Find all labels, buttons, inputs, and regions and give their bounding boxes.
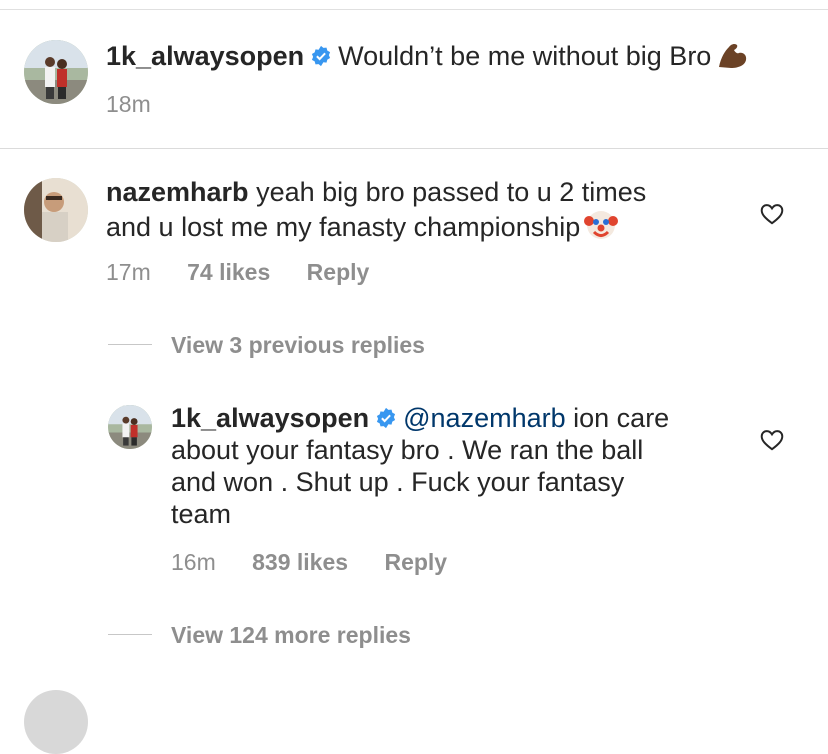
comment-line-1: nazemharb yeah big bro passed to u 2 tim… bbox=[106, 176, 646, 208]
comment-like-heart-icon[interactable] bbox=[759, 201, 785, 227]
reply-time: 16m bbox=[171, 549, 216, 575]
verified-badge-icon bbox=[310, 45, 332, 67]
comment-text-2: and u lost me my fanasty championship bbox=[106, 212, 581, 242]
caption-time: 18m bbox=[106, 91, 151, 117]
reply-text-3: and won . Shut up . Fuck your fantasy bbox=[171, 467, 625, 497]
flexed-biceps-icon bbox=[715, 41, 749, 78]
comment-time: 17m bbox=[106, 259, 151, 285]
reply-line-1: 1k_alwaysopen @nazemharb ion care bbox=[171, 402, 669, 434]
comment-meta: 17m 74 likes Reply bbox=[106, 258, 369, 286]
view-previous-line bbox=[108, 344, 152, 345]
comment-text-1: yeah big bro passed to u 2 times bbox=[256, 177, 647, 207]
caption-avatar[interactable] bbox=[24, 40, 88, 104]
reply-text-2: about your fantasy bro . We ran the ball bbox=[171, 435, 644, 465]
view-more-replies-button[interactable]: View 124 more replies bbox=[171, 621, 411, 649]
reply-text-4: team bbox=[171, 499, 232, 529]
top-divider bbox=[0, 9, 828, 10]
comment-likes[interactable]: 74 likes bbox=[187, 259, 270, 285]
clown-face-icon bbox=[584, 208, 619, 249]
caption-line: 1k_alwaysopen Wouldn’t be me without big … bbox=[106, 40, 749, 78]
next-comment-avatar[interactable] bbox=[24, 690, 88, 754]
comment-line-2: and u lost me my fanasty championship bbox=[106, 208, 619, 249]
section-divider bbox=[0, 148, 828, 149]
caption-text: Wouldn’t be me without big Bro bbox=[338, 41, 712, 71]
comment-avatar[interactable] bbox=[24, 178, 88, 242]
verified-badge-icon bbox=[375, 407, 397, 429]
reply-likes[interactable]: 839 likes bbox=[252, 549, 348, 575]
view-more-line bbox=[108, 634, 152, 635]
reply-like-heart-icon[interactable] bbox=[759, 427, 785, 453]
reply-username[interactable]: 1k_alwaysopen bbox=[171, 403, 369, 433]
reply-meta: 16m 839 likes Reply bbox=[171, 548, 447, 576]
reply-text-1: ion care bbox=[573, 403, 670, 433]
comment-username[interactable]: nazemharb bbox=[106, 177, 249, 207]
reply-avatar[interactable] bbox=[108, 405, 152, 449]
reply-reply-button[interactable]: Reply bbox=[384, 549, 447, 575]
reply-mention-link[interactable]: @nazemharb bbox=[403, 403, 566, 433]
view-previous-replies-button[interactable]: View 3 previous replies bbox=[171, 331, 425, 359]
caption-username[interactable]: 1k_alwaysopen bbox=[106, 41, 304, 71]
comment-reply-button[interactable]: Reply bbox=[307, 259, 370, 285]
